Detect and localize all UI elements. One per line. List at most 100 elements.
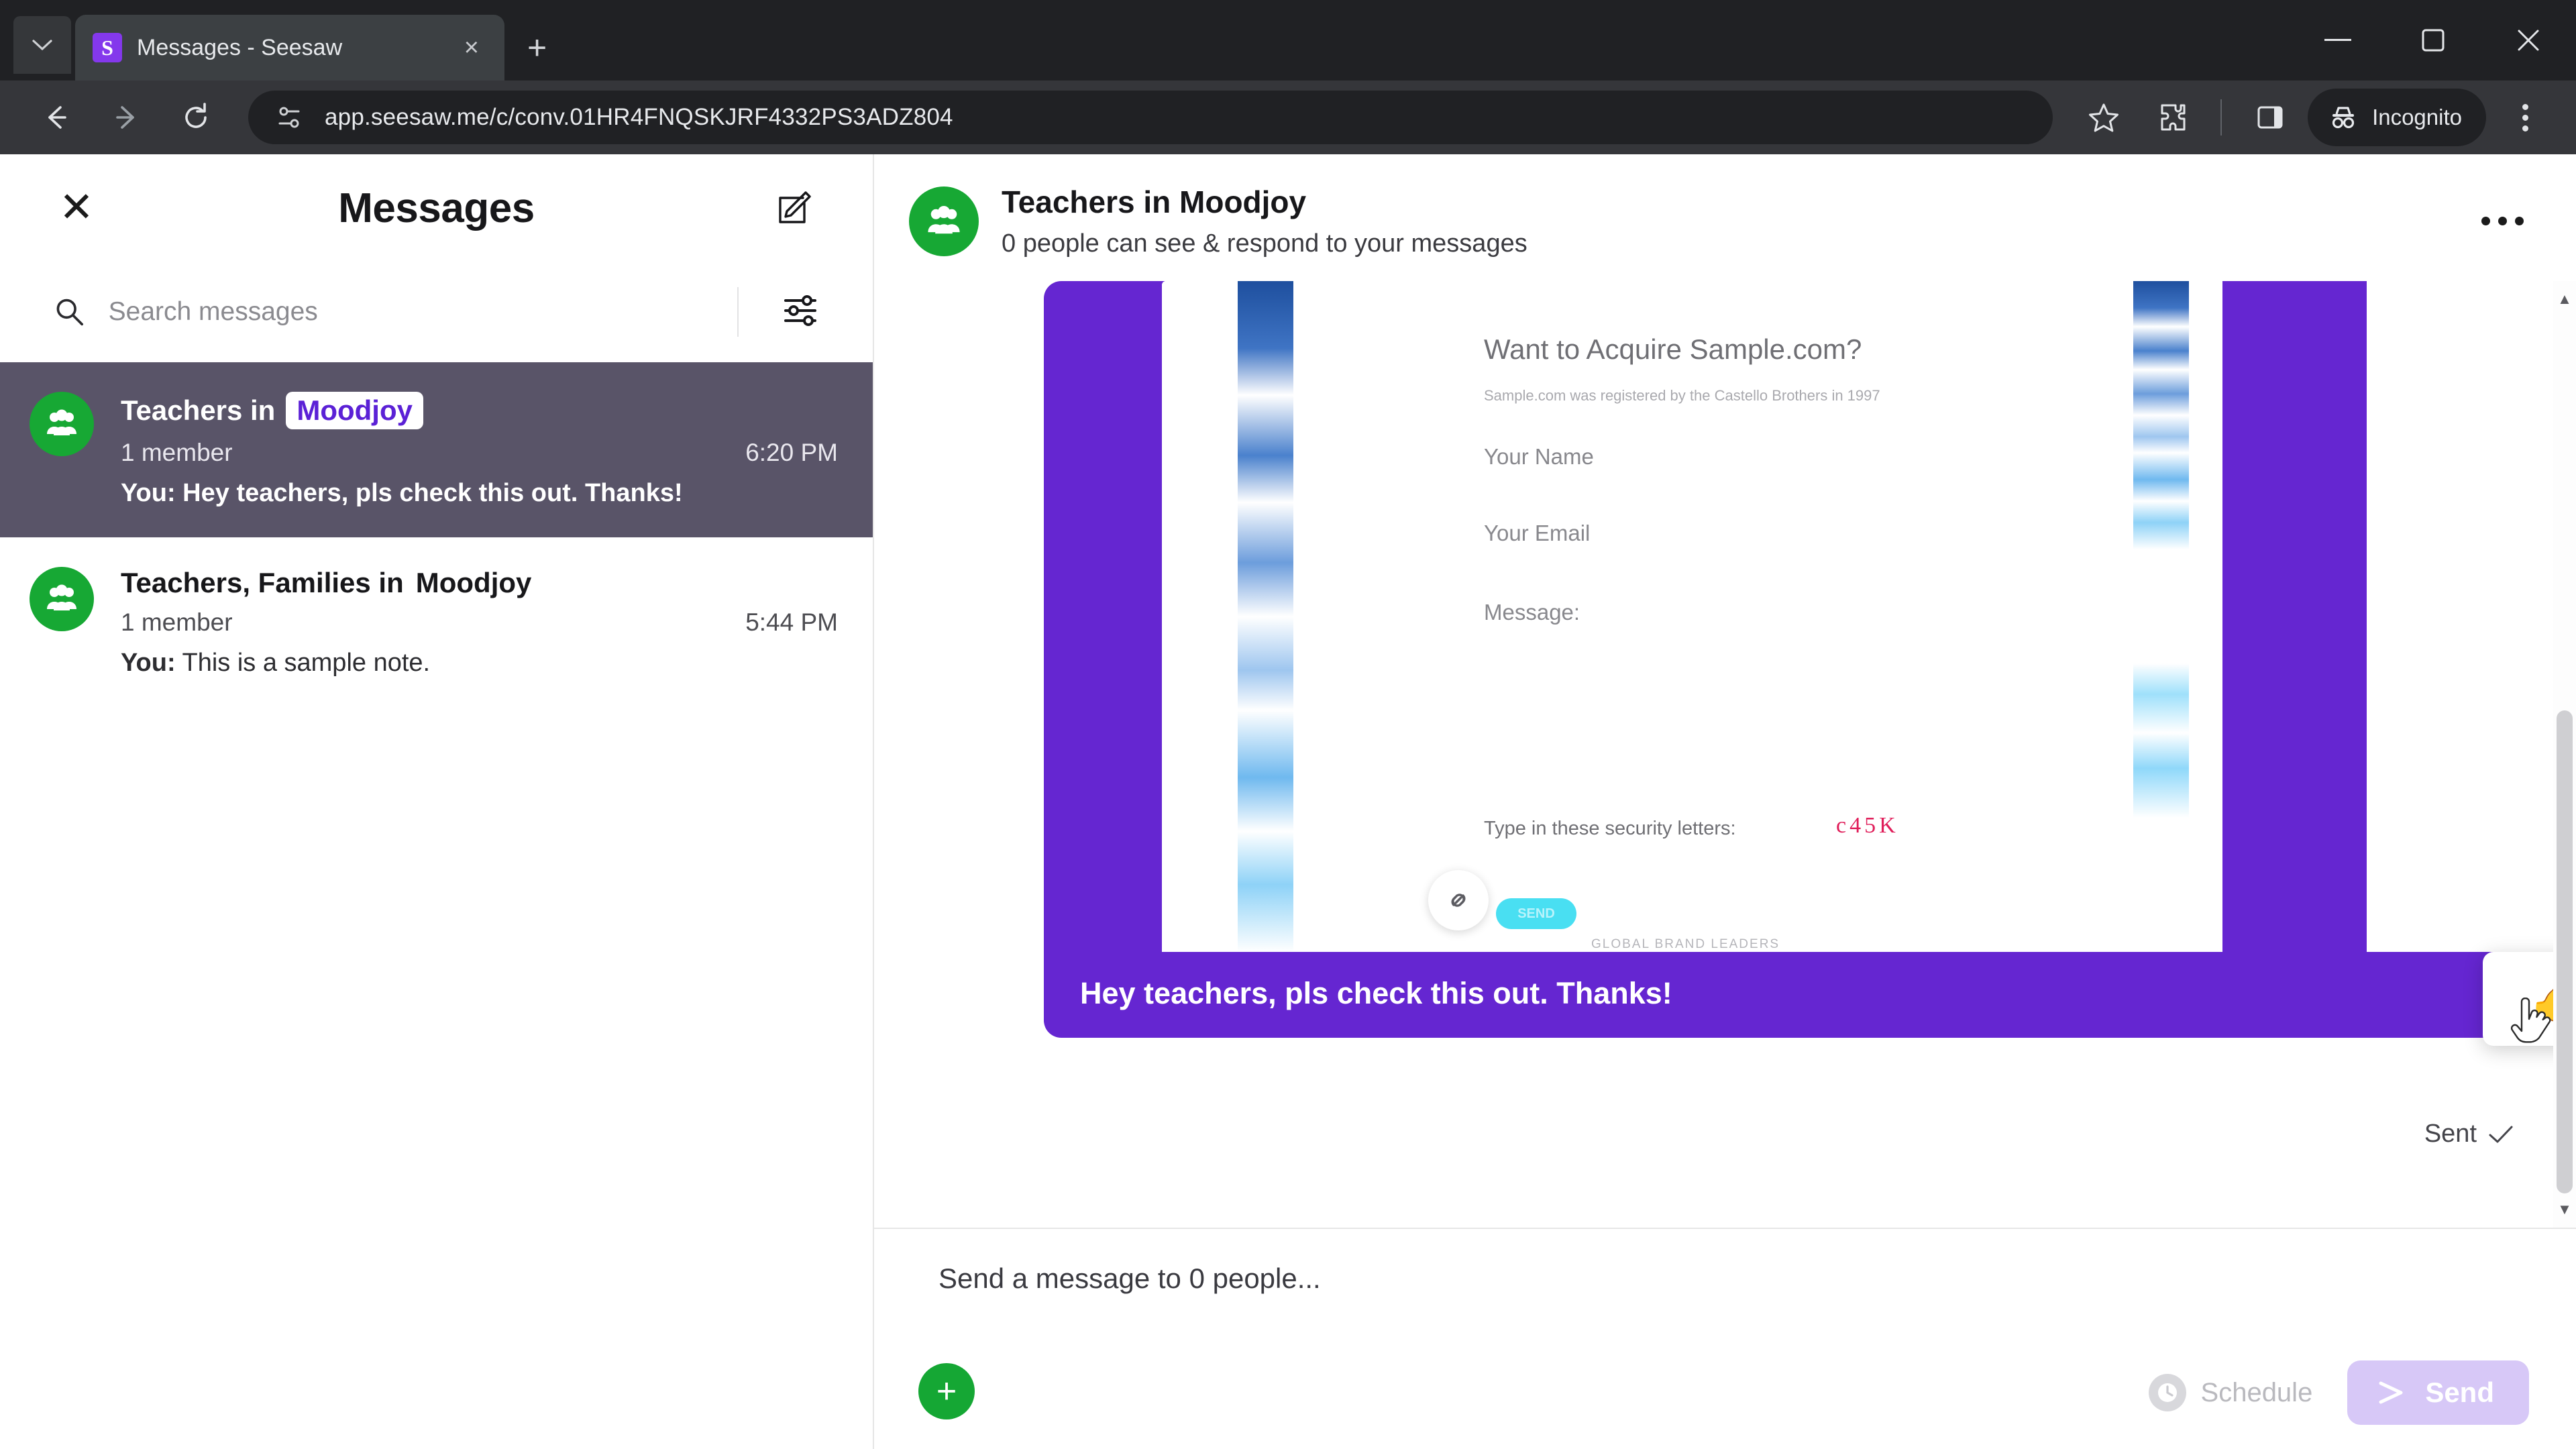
scrollbar-thumb[interactable] xyxy=(2557,710,2573,1193)
mouse-cursor-pointer xyxy=(2510,997,2554,1061)
preview-text: This is a sample note. xyxy=(182,649,431,677)
schedule-button[interactable]: Schedule xyxy=(2142,1364,2320,1421)
tab-strip: S Messages - Seesaw × + xyxy=(0,0,2576,80)
attachment-send-button: SEND xyxy=(1496,898,1576,929)
message-composer: Send a message to 0 people... + Schedule xyxy=(874,1228,2576,1449)
attachment-captcha: c45K xyxy=(1836,813,1899,838)
group-avatar xyxy=(30,567,94,631)
conversation-body: Teachers, Families in Moodjoy 1 member 5… xyxy=(121,567,838,678)
schedule-label: Schedule xyxy=(2200,1377,2313,1407)
message-text: Hey teachers, pls check this out. Thanks… xyxy=(1080,976,1672,1010)
conversation-body: Teachers in Moodjoy 1 member 6:20 PM You… xyxy=(121,392,838,508)
search-input[interactable] xyxy=(108,297,708,327)
conversation-name: Teachers, Families in xyxy=(121,567,404,598)
send-button[interactable]: Send xyxy=(2347,1360,2529,1425)
people-icon xyxy=(928,205,960,233)
minimize-button[interactable] xyxy=(2290,0,2385,80)
browser-toolbar: app.seesaw.me/c/conv.01HR4FNQSKJRF4332PS… xyxy=(0,80,2576,154)
conversation-subtitle: 0 people can see & respond to your messa… xyxy=(1002,229,1527,258)
toolbar-actions: Incognito xyxy=(2073,87,2552,148)
conversation-list-item[interactable]: Teachers, Families in Moodjoy 1 member 5… xyxy=(0,537,873,707)
tab-title: Messages - Seesaw xyxy=(137,34,343,60)
attachment-security-label: Type in these security letters: xyxy=(1484,818,1736,839)
scroll-up-arrow-icon[interactable]: ▲ xyxy=(2553,290,2576,308)
conversation-panel: Teachers in Moodjoy 0 people can see & r… xyxy=(874,154,2576,1449)
site-settings-icon[interactable] xyxy=(271,99,307,136)
conversation-titles: Teachers in Moodjoy 0 people can see & r… xyxy=(1002,184,2441,258)
member-count: 1 member xyxy=(121,608,233,636)
conversation-list-item[interactable]: Teachers in Moodjoy 1 member 6:20 PM You… xyxy=(0,362,873,537)
sky-image-strip xyxy=(1238,281,1293,952)
conversation-name: Teachers in xyxy=(121,394,276,426)
forward-button[interactable] xyxy=(94,85,158,150)
search-icon xyxy=(56,299,83,326)
attachment-title: Want to Acquire Sample.com? xyxy=(1484,333,1862,365)
star-icon[interactable] xyxy=(2073,87,2135,148)
close-messages-button[interactable]: ✕ xyxy=(59,187,106,229)
scroll-down-arrow-icon[interactable]: ▼ xyxy=(2553,1201,2576,1218)
check-icon xyxy=(2489,1126,2513,1142)
search-box[interactable] xyxy=(54,294,708,329)
compose-message-icon[interactable] xyxy=(767,189,814,227)
seesaw-messages-page: ✕ Messages Search messages Teachers in M… xyxy=(0,154,2576,1449)
window-controls xyxy=(2290,0,2576,80)
attachment-footer: GLOBAL BRAND LEADERS xyxy=(1591,937,1780,951)
message-list-header: ✕ Messages xyxy=(0,154,873,262)
maximize-button[interactable] xyxy=(2385,0,2481,80)
class-chip: Moodjoy xyxy=(286,392,423,429)
conversation-header: Teachers in Moodjoy 0 people can see & r… xyxy=(874,154,2576,281)
link-icon[interactable] xyxy=(1428,870,1489,930)
member-count: 1 member xyxy=(121,439,233,466)
browser-menu-icon[interactable] xyxy=(2498,87,2552,148)
preview-text: Hey teachers, pls check this out. Thanks… xyxy=(182,479,683,507)
reload-button[interactable] xyxy=(164,85,228,150)
search-divider xyxy=(737,287,739,337)
seesaw-favicon: S xyxy=(93,33,122,62)
message-list-panel: ✕ Messages Search messages Teachers in M… xyxy=(0,154,874,1449)
preview-author: You: xyxy=(121,649,176,677)
page-title: Messages xyxy=(338,184,535,231)
thread-scrollbar[interactable]: ▲ ▼ xyxy=(2553,281,2576,1228)
group-avatar xyxy=(30,392,94,456)
conversation-preview: You: This is a sample note. xyxy=(121,649,838,678)
send-label: Send xyxy=(2425,1377,2494,1408)
group-avatar xyxy=(909,186,979,256)
close-window-button[interactable] xyxy=(2481,0,2576,80)
people-icon xyxy=(47,409,76,435)
incognito-label: Incognito xyxy=(2372,105,2462,129)
composer-placeholder[interactable]: Send a message to 0 people... xyxy=(938,1263,2512,1295)
tab-search-chevron-down-icon[interactable] xyxy=(13,16,71,74)
sky-image-strip xyxy=(2133,281,2189,549)
browser-window: S Messages - Seesaw × + app.seesaw.me/c/… xyxy=(0,0,2576,1449)
send-arrow-icon xyxy=(2379,1381,2403,1404)
add-attachment-button[interactable]: + xyxy=(918,1363,975,1419)
filter-icon[interactable] xyxy=(782,292,819,333)
status-badge: Sent xyxy=(2424,1120,2514,1148)
message-thread: Want to Acquire Sample.com? Sample.com w… xyxy=(874,281,2576,1228)
class-name: Moodjoy xyxy=(415,567,532,598)
address-bar[interactable]: app.seesaw.me/c/conv.01HR4FNQSKJRF4332PS… xyxy=(248,91,2053,144)
new-tab-button[interactable]: + xyxy=(527,31,547,64)
toolbar-divider xyxy=(2220,99,2222,136)
conversation-preview: You: Hey teachers, pls check this out. T… xyxy=(121,479,838,508)
search-row xyxy=(0,262,873,362)
side-panel-icon[interactable] xyxy=(2239,87,2301,148)
message-bubble-wrapper: Want to Acquire Sample.com? Sample.com w… xyxy=(1044,281,2576,1038)
message-bubble[interactable]: Want to Acquire Sample.com? Sample.com w… xyxy=(1044,281,2576,1038)
incognito-indicator[interactable]: Incognito xyxy=(2308,89,2486,146)
url-text: app.seesaw.me/c/conv.01HR4FNQSKJRF4332PS… xyxy=(325,104,953,130)
attachment-field-message: Message: xyxy=(1484,600,1580,625)
back-button[interactable] xyxy=(24,85,89,150)
attachment-field-name: Your Name xyxy=(1484,444,1594,469)
purple-panel xyxy=(2222,281,2367,952)
conversation-options-icon[interactable] xyxy=(2464,203,2541,239)
sent-label: Sent xyxy=(2424,1120,2477,1148)
close-tab-icon[interactable]: × xyxy=(456,35,487,60)
people-icon xyxy=(47,584,76,610)
composer-actions: Schedule Send xyxy=(2142,1360,2529,1425)
puzzle-icon[interactable] xyxy=(2141,87,2203,148)
conversation-time: 6:20 PM xyxy=(745,439,838,466)
attachment-field-email: Your Email xyxy=(1484,521,1591,545)
message-attachment-image[interactable]: Want to Acquire Sample.com? Sample.com w… xyxy=(1162,281,2576,952)
browser-tab[interactable]: S Messages - Seesaw × xyxy=(75,15,504,80)
